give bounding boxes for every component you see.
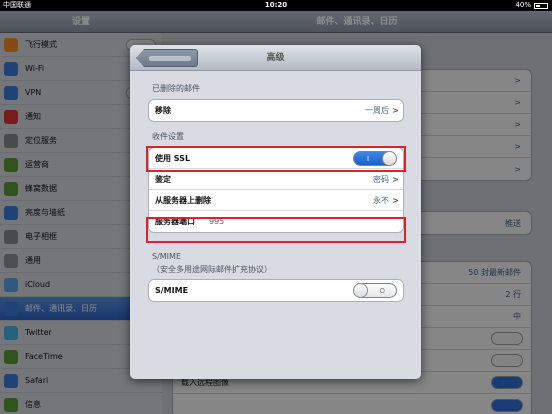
use-ssl-label: 使用 SSL [155, 153, 191, 163]
use-ssl-toggle[interactable]: I [353, 151, 397, 166]
incoming-settings-group: 使用 SSL I 鉴定 密码 > 从服务器上删除 永不 > 服务器端口 995 [148, 147, 404, 233]
deleted-mail-group: 移除 一周后 > [148, 99, 404, 122]
toggle-knob [382, 151, 397, 166]
toggle-state-text: I [367, 154, 370, 163]
chevron-right-icon: > [392, 106, 399, 115]
battery-percent: 40% [515, 1, 531, 9]
smime-section-note: （安全多用途网际邮件扩充协议） [152, 265, 272, 274]
battery-indicator: 40% [515, 0, 548, 11]
incoming-section-label: 收件设置 [152, 132, 184, 141]
smime-label: S/MIME [155, 286, 189, 295]
delete-from-server-row[interactable]: 从服务器上删除 永不 > [149, 190, 403, 211]
remove-value: 一周后 [365, 106, 389, 115]
clock: 10:20 [264, 1, 288, 9]
sheet-title: 高级 [266, 53, 285, 63]
authentication-label: 鉴定 [155, 174, 171, 184]
server-port-label: 服务器端口 [155, 217, 195, 226]
status-bar: 中国联通 10:20 40% [0, 0, 552, 11]
authentication-value: 密码 [373, 174, 389, 184]
authentication-row[interactable]: 鉴定 密码 > [149, 169, 403, 190]
advanced-settings-sheet: 高级 已删除的邮件 移除 一周后 > 收件设置 使用 SSL I 鉴定 密码 >… [130, 45, 421, 379]
remove-label: 移除 [155, 106, 171, 115]
server-port-row[interactable]: 服务器端口 995 [149, 211, 403, 232]
toggle-knob [353, 283, 368, 298]
delete-from-server-value: 永不 [373, 195, 389, 205]
smime-section-label: S/MIME [152, 252, 181, 261]
sheet-navbar: 高级 [130, 45, 421, 71]
server-port-input[interactable]: 995 [209, 217, 224, 226]
chevron-right-icon: > [392, 195, 399, 205]
smime-toggle[interactable]: O [353, 283, 397, 298]
smime-row: S/MIME O [149, 280, 403, 301]
delete-from-server-label: 从服务器上删除 [155, 195, 211, 205]
deleted-mail-section-label: 已删除的邮件 [152, 84, 200, 93]
smime-group: S/MIME O [148, 279, 404, 302]
use-ssl-row: 使用 SSL I [149, 148, 403, 169]
battery-icon [534, 2, 548, 9]
chevron-right-icon: > [392, 174, 399, 184]
remove-row[interactable]: 移除 一周后 > [149, 100, 403, 121]
toggle-state-text: O [379, 286, 385, 295]
